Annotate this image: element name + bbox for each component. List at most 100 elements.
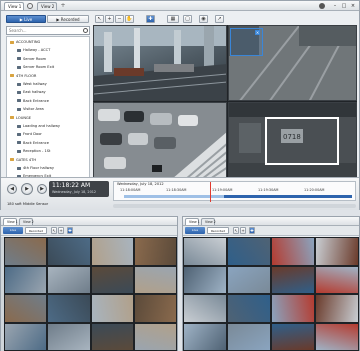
camera-tile[interactable]	[47, 322, 91, 351]
tree-camera-item[interactable]: Server Room Exit	[17, 64, 54, 70]
live-mode-button[interactable]: ▶ Live	[6, 15, 46, 23]
tab-view-2[interactable]: View 2	[19, 218, 34, 225]
camera-tile-tracks[interactable]: ×	[228, 25, 357, 101]
timeline-scrollbar[interactable]	[113, 204, 356, 208]
camera-tile[interactable]	[4, 322, 48, 351]
camera-tile[interactable]	[227, 265, 271, 294]
camera-tile[interactable]	[90, 265, 134, 294]
camera-tile[interactable]	[315, 322, 359, 351]
camera-tile[interactable]	[227, 237, 271, 266]
tree-camera-item[interactable]: Hallway - ACCT	[17, 47, 50, 53]
camera-tile[interactable]	[90, 322, 134, 351]
layout-button[interactable]: ▦	[167, 15, 179, 23]
pointer-tool-button[interactable]: ↖	[51, 227, 57, 234]
camera-tile[interactable]	[271, 265, 315, 294]
zoom-in-tool-button[interactable]: +	[58, 227, 64, 234]
close-icon[interactable]: ×	[255, 30, 260, 35]
camera-tile[interactable]	[271, 322, 315, 351]
camera-tile[interactable]	[90, 237, 134, 266]
camera-tile[interactable]	[183, 237, 227, 266]
gear-icon[interactable]	[319, 3, 325, 9]
forward-button[interactable]: ▶	[37, 184, 47, 194]
tree-folder[interactable]: 4TH FLOOR	[10, 73, 36, 79]
recorded-mode-button[interactable]: Recorded	[25, 227, 47, 234]
tree-camera-item[interactable]: Back Entrance	[17, 140, 49, 146]
camera-tile[interactable]	[133, 237, 177, 266]
tree-item-label: 4TH FLOOR	[16, 73, 37, 78]
camera-tile[interactable]	[183, 294, 227, 323]
snapshot-button[interactable]: ◉	[199, 15, 208, 23]
camera-tile[interactable]	[47, 265, 91, 294]
search-icon[interactable]	[83, 28, 88, 33]
tree-camera-item[interactable]: Server Room	[17, 56, 46, 62]
tree-camera-item[interactable]: Loading and hallway	[17, 123, 60, 129]
tab-view-2[interactable]: View 2	[201, 218, 216, 225]
camera-tile[interactable]	[227, 322, 271, 351]
move-tool-button[interactable]: ✚	[67, 227, 73, 234]
maximize-button[interactable]: □	[340, 2, 348, 10]
camera-tile[interactable]	[133, 294, 177, 323]
camera-tile-railcar-zoom[interactable]: 0718	[228, 102, 357, 178]
zoom-in-tool-button[interactable]: +	[240, 227, 246, 234]
camera-tile[interactable]	[227, 294, 271, 323]
add-tab-button[interactable]: +	[59, 2, 67, 10]
move-tool-button[interactable]: ✚	[249, 227, 255, 234]
camera-tile[interactable]	[4, 237, 48, 266]
camera-icon	[17, 107, 21, 111]
tree-camera-item[interactable]: Visitor Area	[17, 106, 44, 112]
camera-tile[interactable]	[133, 265, 177, 294]
zoom-in-tool-button[interactable]: +	[105, 15, 114, 23]
camera-tile[interactable]	[90, 294, 134, 323]
tree-camera-item[interactable]: Back Entrance	[17, 98, 49, 104]
camera-tile[interactable]	[271, 294, 315, 323]
main-window: View 1 View 2 + – □ × ▶ Live ▶ Recorded …	[0, 0, 360, 210]
play-button[interactable]: ▶	[21, 183, 33, 195]
zoom-out-tool-button[interactable]: −	[115, 15, 124, 23]
search-input[interactable]	[8, 27, 82, 34]
camera-tile[interactable]	[4, 265, 48, 294]
camera-tile[interactable]	[315, 265, 359, 294]
search-icon[interactable]	[27, 3, 33, 9]
tab-view-1[interactable]: View 1	[3, 218, 18, 225]
tab-view-1[interactable]: View 1	[185, 218, 200, 225]
export-button[interactable]: ↗	[215, 15, 224, 23]
zoom-highlight-box[interactable]	[265, 117, 339, 165]
playhead-marker[interactable]	[210, 182, 211, 202]
camera-tile[interactable]	[315, 237, 359, 266]
pointer-tool-button[interactable]: ↖	[233, 227, 239, 234]
tree-camera-item[interactable]: Front Door	[17, 131, 42, 137]
tree-camera-item[interactable]: Reception - 1St	[17, 148, 50, 154]
camera-tile[interactable]	[47, 237, 91, 266]
tree-folder[interactable]: ACCOUNTING	[10, 39, 40, 45]
live-mode-button[interactable]: Live	[3, 227, 23, 234]
tree-camera-item[interactable]: East hallway	[17, 89, 46, 95]
rewind-button[interactable]: ◀	[7, 184, 17, 194]
minimize-button[interactable]: –	[331, 2, 339, 10]
camera-tile-parking[interactable]	[93, 102, 227, 178]
move-tool-button[interactable]: ✚	[146, 15, 155, 23]
camera-tile[interactable]	[183, 265, 227, 294]
tree-camera-item[interactable]: West hallway	[17, 81, 47, 87]
pointer-tool-button[interactable]: ↖	[95, 15, 104, 23]
tree-folder[interactable]: GATES 4TH	[10, 157, 36, 163]
camera-tile[interactable]	[271, 237, 315, 266]
camera-tile[interactable]	[4, 294, 48, 323]
camera-icon	[17, 90, 21, 94]
camera-tile[interactable]	[315, 294, 359, 323]
camera-tile-railyard[interactable]	[93, 25, 227, 101]
close-button[interactable]: ×	[349, 2, 357, 10]
tab-view-1[interactable]: View 1	[4, 2, 24, 10]
recorded-mode-button[interactable]: Recorded	[207, 227, 229, 234]
timeline-track[interactable]: Wednesday, July 18, 2012 11:18:00AM 11:18…	[113, 181, 356, 202]
camera-tile[interactable]	[183, 322, 227, 351]
tab-view-2[interactable]: View 2	[37, 2, 57, 10]
play-icon: ▶	[56, 17, 60, 22]
recorded-mode-button[interactable]: ▶ Recorded	[47, 15, 89, 23]
camera-tile[interactable]	[47, 294, 91, 323]
pan-tool-button[interactable]: ✋	[125, 15, 134, 23]
tree-folder[interactable]: LOUNGE	[10, 115, 31, 121]
tree-camera-item[interactable]: 4th Floor hallway	[17, 165, 54, 171]
live-mode-button[interactable]: Live	[185, 227, 205, 234]
fullscreen-button[interactable]: ▢	[183, 15, 192, 23]
camera-tile[interactable]	[133, 322, 177, 351]
